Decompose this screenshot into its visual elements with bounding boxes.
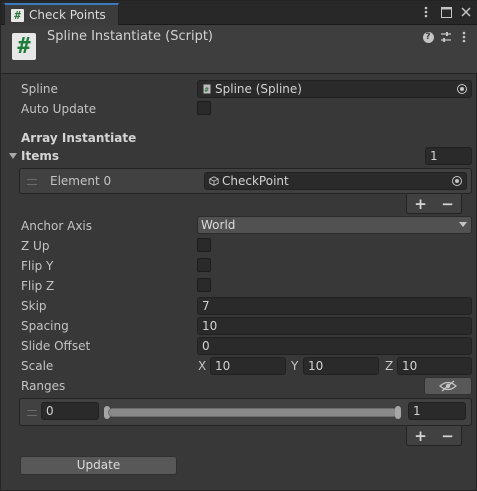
help-icon[interactable]: ? xyxy=(422,31,434,43)
auto-update-label: Auto Update xyxy=(21,102,97,116)
flip-y-label: Flip Y xyxy=(21,259,54,273)
prefab-cube-icon xyxy=(209,176,219,187)
skip-label: Skip xyxy=(21,299,47,313)
add-range-button[interactable]: + xyxy=(413,428,429,444)
script-hash-icon: # xyxy=(11,8,24,22)
array-instantiate-header: Array Instantiate xyxy=(21,131,137,145)
z-up-checkbox[interactable] xyxy=(197,238,211,252)
range-min-field[interactable]: 0 xyxy=(41,402,99,420)
object-picker-icon[interactable] xyxy=(457,84,467,94)
visibility-toggle-button[interactable] xyxy=(424,377,472,395)
range-slider-max-handle[interactable] xyxy=(395,406,401,419)
slide-offset-field[interactable]: 0 xyxy=(197,337,472,355)
tab-bar: # Check Points xyxy=(1,1,477,25)
component-header-controls: ? xyxy=(422,31,470,43)
hidden-eye-icon xyxy=(439,380,457,392)
slide-offset-label: Slide Offset xyxy=(21,339,91,353)
spline-label: Spline xyxy=(21,82,58,96)
range-max-field[interactable]: 1 xyxy=(408,402,466,420)
component-header: # Spline Instantiate (Script) ? xyxy=(1,25,477,74)
spline-object-field[interactable]: # Spline (Spline) xyxy=(197,80,472,98)
ranges-add-remove: + − xyxy=(406,426,462,446)
spacing-label: Spacing xyxy=(21,319,69,333)
auto-update-checkbox[interactable] xyxy=(197,101,211,115)
spacing-field[interactable]: 10 xyxy=(197,317,472,335)
items-label[interactable]: Items xyxy=(21,149,59,163)
tab-bar-controls xyxy=(420,5,472,19)
scale-y-field[interactable]: 10 xyxy=(303,357,379,375)
tab-check-points[interactable]: # Check Points xyxy=(4,3,119,25)
items-list: Element 0 CheckPoint xyxy=(19,168,472,194)
script-file-icon: # xyxy=(202,84,212,95)
more-options-icon[interactable] xyxy=(458,31,470,43)
chevron-down-icon xyxy=(459,222,467,227)
scale-x-label[interactable]: X xyxy=(198,359,206,373)
flip-z-label: Flip Z xyxy=(21,279,55,293)
drag-handle-icon[interactable] xyxy=(27,410,37,416)
scale-z-field[interactable]: 10 xyxy=(397,357,472,375)
remove-range-button[interactable]: − xyxy=(440,428,456,444)
remove-item-button[interactable]: − xyxy=(440,196,456,212)
items-count-field[interactable]: 1 xyxy=(425,147,472,165)
tab-label: Check Points xyxy=(29,8,106,22)
add-item-button[interactable]: + xyxy=(413,196,429,212)
flip-y-checkbox[interactable] xyxy=(197,258,211,272)
scale-y-label[interactable]: Y xyxy=(291,359,298,373)
spline-object-value: Spline (Spline) xyxy=(215,82,302,96)
z-up-label: Z Up xyxy=(21,239,50,253)
anchor-axis-value: World xyxy=(201,218,236,232)
foldout-arrow-icon[interactable] xyxy=(9,153,17,159)
anchor-axis-label: Anchor Axis xyxy=(21,219,93,233)
ranges-label: Ranges xyxy=(21,379,66,393)
flip-z-checkbox[interactable] xyxy=(197,278,211,292)
scale-x-field[interactable]: 10 xyxy=(210,357,286,375)
close-icon[interactable] xyxy=(460,5,472,19)
script-hash-icon: # xyxy=(12,33,36,60)
element-0-object-value: CheckPoint xyxy=(222,174,289,188)
items-add-remove: + − xyxy=(406,194,462,214)
skip-field[interactable]: 7 xyxy=(197,297,472,315)
more-options-icon[interactable] xyxy=(420,5,432,19)
element-0-label: Element 0 xyxy=(50,174,112,188)
object-picker-icon[interactable] xyxy=(452,176,462,186)
drag-handle-icon[interactable] xyxy=(27,179,37,185)
inspector-window: # Check Points # Spline Instantiate (Scr… xyxy=(0,0,477,491)
range-slider-track[interactable] xyxy=(108,408,398,417)
maximize-icon[interactable] xyxy=(440,5,452,19)
scale-z-label[interactable]: Z xyxy=(385,359,393,373)
ranges-list: 0 1 xyxy=(19,398,472,426)
component-title: Spline Instantiate (Script) xyxy=(47,29,213,44)
preset-sliders-icon[interactable] xyxy=(440,31,452,43)
element-0-object-field[interactable]: CheckPoint xyxy=(204,172,467,190)
scale-label: Scale xyxy=(21,359,54,373)
anchor-axis-dropdown[interactable]: World xyxy=(197,216,472,234)
update-button[interactable]: Update xyxy=(20,456,177,475)
